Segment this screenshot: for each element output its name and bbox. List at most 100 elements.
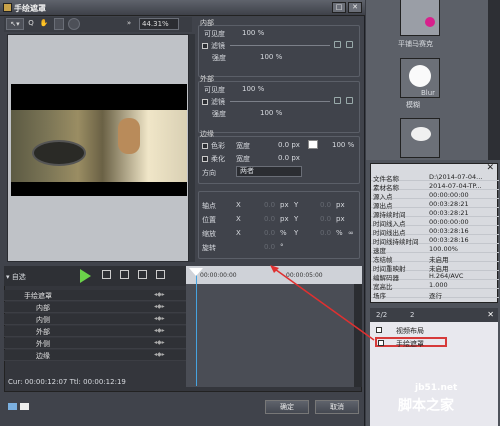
- outer-strength-value[interactable]: 100 %: [260, 109, 282, 117]
- prop-value: D:\2014-07-04...: [429, 173, 483, 181]
- playhead[interactable]: [196, 268, 197, 386]
- layer-name[interactable]: 手绘遮罩: [396, 339, 424, 349]
- color-width-value[interactable]: 0.0 px: [278, 141, 300, 149]
- border-title: 边缘: [200, 130, 214, 138]
- position-y-value[interactable]: 0.0: [320, 215, 331, 223]
- layer-checkbox[interactable]: [378, 340, 384, 346]
- ellipse-tool-icon[interactable]: [68, 18, 80, 30]
- inner-blur-slider[interactable]: [230, 45, 330, 46]
- soften-width-value[interactable]: 0.0 px: [278, 154, 300, 162]
- preview-scrollbar[interactable]: [189, 34, 195, 262]
- prop-value: 00:03:28:16: [429, 227, 469, 235]
- mosaic-thumbnail[interactable]: [400, 0, 440, 36]
- track-nav-arrows[interactable]: ◂◆▸: [154, 291, 165, 298]
- table-row: 冻结帧 未启用: [371, 254, 499, 264]
- more-tools-icon[interactable]: »: [124, 18, 134, 30]
- scale-y-value[interactable]: 0.0: [320, 229, 331, 237]
- track-label: 外部: [36, 328, 50, 336]
- pivot-label: 轴点: [202, 202, 216, 210]
- rotate-unit: °: [280, 243, 284, 251]
- timeline-scrollbar[interactable]: [354, 284, 362, 387]
- outer-blur-slider[interactable]: [230, 101, 330, 102]
- delete-keyframe-icon[interactable]: [156, 270, 165, 279]
- position-y-label: Y: [294, 215, 299, 223]
- maximize-button[interactable]: □: [332, 2, 346, 13]
- track-nav-arrows[interactable]: ◂◆▸: [154, 351, 165, 358]
- color-swatch[interactable]: [308, 140, 318, 149]
- scale-x-value[interactable]: 0.0: [264, 229, 275, 237]
- track-row[interactable]: 边缘 ◂◆▸: [4, 350, 186, 361]
- color-label: 色彩: [211, 142, 225, 150]
- color-percent[interactable]: 100 %: [332, 141, 354, 149]
- prev-keyframe-icon[interactable]: [120, 270, 129, 279]
- link-icon[interactable]: ∞: [348, 229, 354, 237]
- table-row: 宽高比 1.000: [371, 281, 499, 291]
- table-row: 源出点 00:03:28:21: [371, 200, 499, 210]
- add-keyframe-icon[interactable]: [102, 270, 111, 279]
- table-row: 素材名称 2014-07-04-TP...: [371, 182, 499, 192]
- track-nav-arrows[interactable]: ◂◆▸: [154, 315, 165, 322]
- keyframe-icon[interactable]: [334, 97, 341, 104]
- close-icon[interactable]: ✕: [487, 310, 494, 319]
- track-label: 手绘遮罩: [24, 292, 52, 300]
- timeline-ruler[interactable]: 00:00:00:00 00:00:05:00: [186, 266, 362, 284]
- table-row: 源入点 00:00:00:00: [371, 191, 499, 201]
- prop-value: 00:03:28:16: [429, 236, 469, 244]
- position-label: 位置: [202, 216, 216, 224]
- effect-icon: [425, 17, 435, 27]
- hand-tool-icon[interactable]: ✋: [39, 18, 49, 30]
- track-nav-arrows[interactable]: ◂◆▸: [154, 327, 165, 334]
- layer-checkbox[interactable]: [376, 327, 382, 333]
- effect-thumbnail[interactable]: [400, 118, 440, 158]
- outer-strength-label: 强度: [212, 110, 226, 118]
- inner-blur-checkbox[interactable]: [202, 43, 208, 49]
- mode-select[interactable]: ▾ 自选: [6, 272, 26, 282]
- blur-thumbnail[interactable]: Blur: [400, 58, 440, 98]
- layout-icon[interactable]: [8, 403, 17, 410]
- soften-checkbox[interactable]: [202, 156, 208, 162]
- side-scrollbar[interactable]: [488, 0, 500, 160]
- track-row[interactable]: 外部 ◂◆▸: [4, 326, 186, 337]
- track-row[interactable]: 内侧 ◂◆▸: [4, 314, 186, 325]
- playhead-handle-icon[interactable]: [189, 268, 203, 276]
- dialog-title: 手绘遮罩: [14, 4, 46, 13]
- close-button[interactable]: ✕: [348, 2, 362, 13]
- track-row[interactable]: 内部 ◂◆▸: [4, 302, 186, 313]
- keyframe-icon[interactable]: [334, 41, 341, 48]
- layout-icon[interactable]: [20, 403, 29, 410]
- reset-icon[interactable]: [346, 97, 353, 104]
- track-nav-arrows[interactable]: ◂◆▸: [154, 303, 165, 310]
- inner-visibility-value[interactable]: 100 %: [242, 29, 264, 37]
- direction-select[interactable]: 两者: [236, 166, 302, 177]
- layer-name[interactable]: 视频布局: [396, 326, 424, 336]
- close-icon[interactable]: ✕: [486, 163, 494, 173]
- rectangle-tool-icon[interactable]: [54, 18, 64, 30]
- toolbar: ↖▾ Q ✋ » 44.31%: [4, 17, 192, 32]
- next-keyframe-icon[interactable]: [138, 270, 147, 279]
- ok-button[interactable]: 确定: [265, 400, 309, 414]
- table-row: 文件名称 D:\2014-07-04...: [371, 173, 499, 183]
- inner-visibility-label: 可见度: [204, 30, 225, 38]
- track-label: 外侧: [36, 340, 50, 348]
- select-tool-icon[interactable]: ↖▾: [6, 18, 24, 30]
- play-icon[interactable]: [80, 269, 91, 283]
- outer-visibility-value[interactable]: 100 %: [242, 85, 264, 93]
- ruler-start: 00:00:00:00: [200, 272, 237, 279]
- track-nav-arrows[interactable]: ◂◆▸: [154, 339, 165, 346]
- track-row[interactable]: 手绘遮罩 ◂◆▸: [4, 290, 186, 301]
- pivot-x-value[interactable]: 0.0: [264, 201, 275, 209]
- title-bar[interactable]: 手绘遮罩 □ ✕: [0, 0, 365, 16]
- cancel-button[interactable]: 取消: [315, 400, 359, 414]
- track-row[interactable]: 外侧 ◂◆▸: [4, 338, 186, 349]
- inner-strength-value[interactable]: 100 %: [260, 53, 282, 61]
- timeline-track-area[interactable]: [186, 284, 354, 387]
- position-x-value[interactable]: 0.0: [264, 215, 275, 223]
- color-checkbox[interactable]: [202, 143, 208, 149]
- outer-blur-checkbox[interactable]: [202, 99, 208, 105]
- pivot-y-value[interactable]: 0.0: [320, 201, 331, 209]
- rotate-value[interactable]: 0.0: [264, 243, 275, 251]
- properties-table: ✕ 文件名称 D:\2014-07-04... 素材名称 2014-07-04-TP…: [370, 163, 499, 303]
- zoom-tool-icon[interactable]: Q: [26, 18, 36, 30]
- zoom-select[interactable]: 44.31%: [139, 18, 179, 30]
- reset-icon[interactable]: [346, 41, 353, 48]
